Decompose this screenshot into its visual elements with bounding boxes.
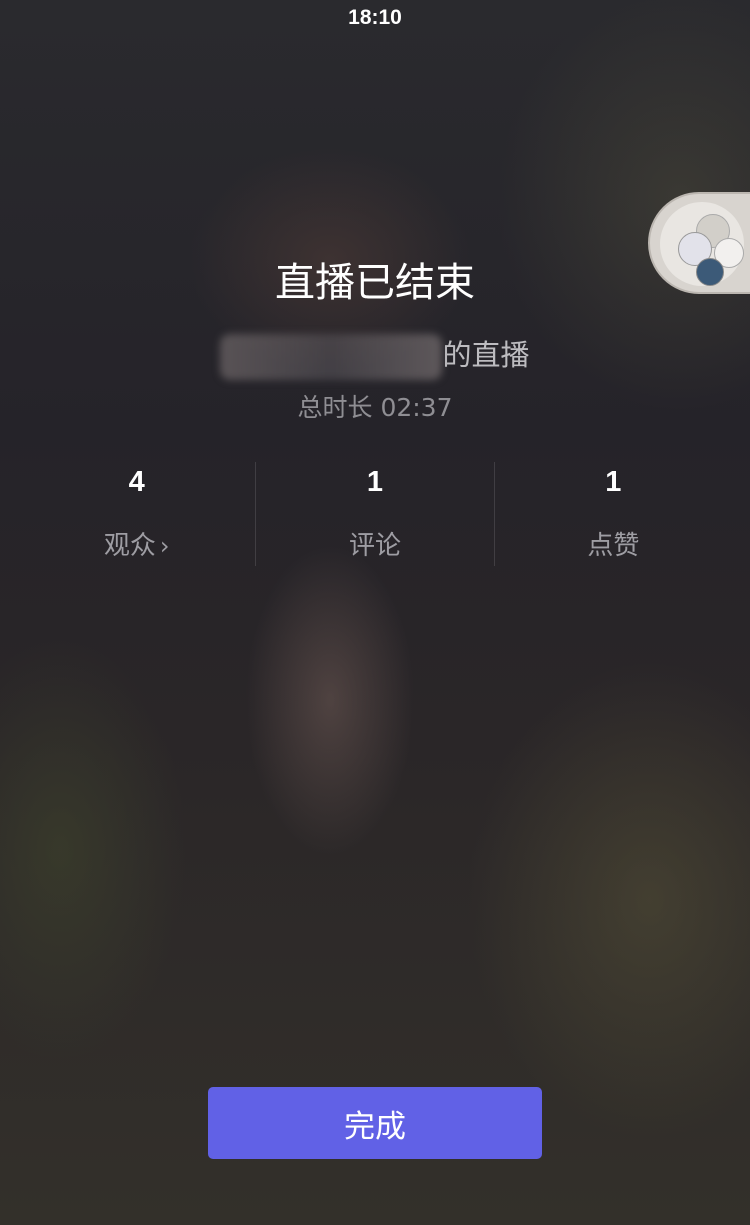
live-duration: 总时长 02:37: [297, 393, 453, 422]
stat-label: 评论: [348, 531, 401, 561]
host-line: 的直播: [0, 332, 750, 380]
stat-value: 1: [605, 466, 622, 498]
stat-label: 观众 ›: [18, 525, 255, 562]
stat-value: 1: [366, 466, 384, 498]
host-name-redacted: [220, 334, 443, 380]
stats-row: 4 观众 › 1 评论 1 点赞: [18, 462, 732, 566]
page-title: 直播已结束: [275, 260, 475, 306]
stat-label: 点赞: [587, 531, 640, 561]
done-button[interactable]: 完成: [208, 1087, 542, 1159]
chevron-right-icon: ›: [159, 532, 170, 560]
stat-label-text: 观众: [103, 531, 156, 561]
host-suffix: 的直播: [442, 338, 530, 372]
blurred-background: [0, 0, 750, 1225]
stat-viewers[interactable]: 4 观众 ›: [18, 462, 255, 566]
stat-comments: 1 评论: [255, 462, 493, 566]
status-bar-time: 18:10: [348, 6, 402, 29]
stat-value: 4: [128, 466, 145, 498]
stat-likes: 1 点赞: [493, 462, 732, 566]
